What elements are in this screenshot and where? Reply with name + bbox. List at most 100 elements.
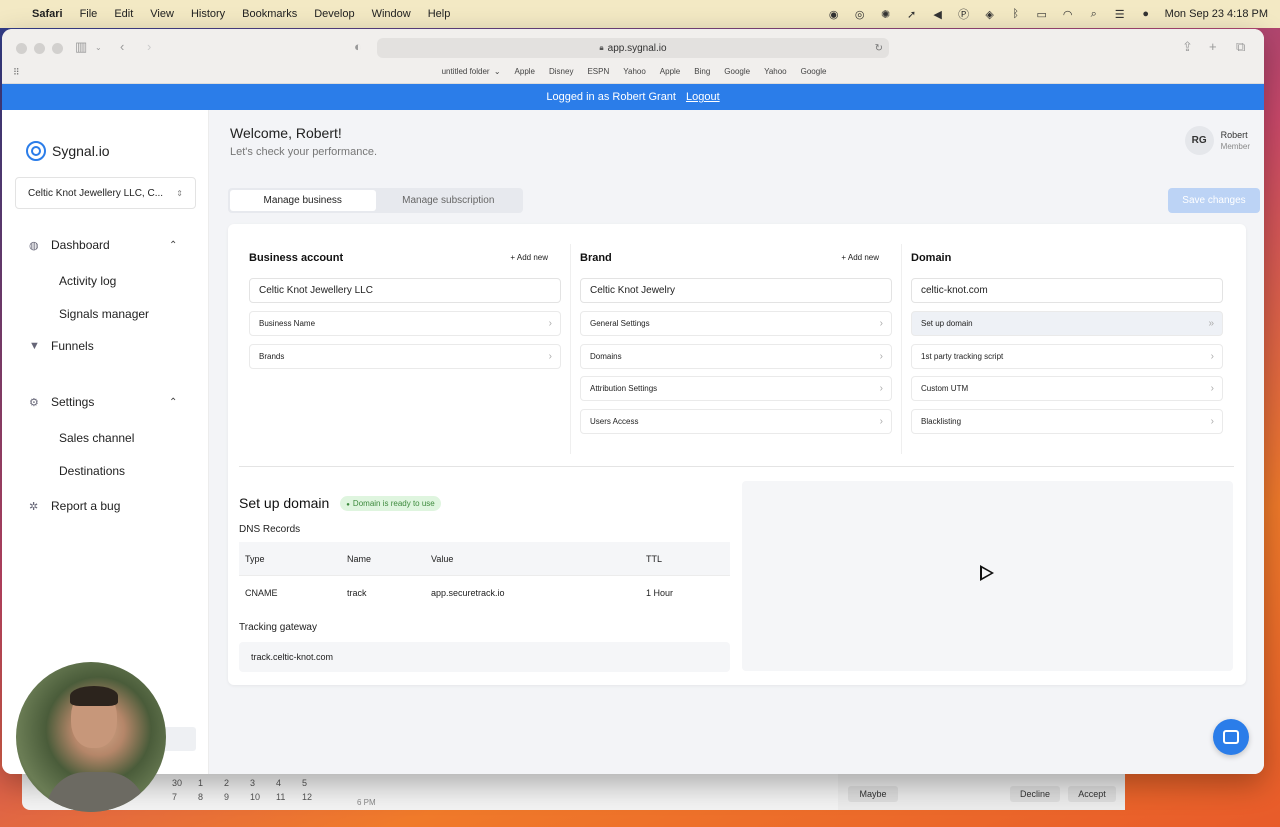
business-selector[interactable]: Celtic Knot Jewellery LLC, C... ⇕ [15, 177, 196, 209]
volume-icon[interactable]: ◀ [931, 8, 945, 21]
menu-file[interactable]: File [80, 8, 98, 20]
maybe-button[interactable]: Maybe [848, 786, 898, 802]
decline-button[interactable]: Decline [1010, 786, 1060, 802]
favorite-link[interactable]: ESPN [587, 67, 609, 76]
menu-item-users-access[interactable]: Users Access › [580, 409, 892, 434]
logout-link[interactable]: Logout [686, 91, 720, 103]
menu-item-brands[interactable]: Brands › [249, 344, 561, 369]
calendar-day: 11 [276, 792, 286, 802]
wifi-icon[interactable]: ◠ [1061, 8, 1075, 21]
tab-manage-business[interactable]: Manage business [230, 190, 376, 211]
close-window-button[interactable] [16, 43, 27, 54]
play-icon[interactable] [980, 565, 994, 581]
favorites-bar: untitled folder ⌄ Apple Disney ESPN Yaho… [2, 67, 1264, 76]
siri-icon[interactable]: ● [1139, 8, 1153, 20]
menubar-clock[interactable]: Mon Sep 23 4:18 PM [1165, 8, 1268, 20]
chat-support-button[interactable] [1213, 719, 1249, 755]
business-account-select[interactable]: Celtic Knot Jewellery LLC [249, 278, 561, 303]
gear-icon[interactable]: ✺ [879, 8, 893, 21]
share-icon[interactable]: ⇪ [1182, 39, 1193, 55]
zoom-window-button[interactable] [52, 43, 63, 54]
address-bar[interactable]: 🔒︎ app.sygnal.io ↻ [377, 38, 889, 58]
menu-item-set-up-domain[interactable]: Set up domain » [911, 311, 1223, 336]
user-menu[interactable]: RG Robert Member [1184, 126, 1250, 155]
menu-app[interactable]: Safari [32, 8, 63, 20]
menu-item-custom-utm[interactable]: Custom UTM › [911, 376, 1223, 401]
menu-window[interactable]: Window [372, 8, 411, 20]
sidebar-toggle-icon[interactable]: ▥ [75, 39, 87, 55]
menu-history[interactable]: History [191, 8, 225, 20]
minimize-window-button[interactable] [34, 43, 45, 54]
sidebar-item-funnels[interactable]: ▼ Funnels [29, 339, 94, 353]
menu-item-blacklisting[interactable]: Blacklisting › [911, 409, 1223, 434]
shield-icon[interactable]: ◐ [354, 39, 362, 54]
sidebar-item-destinations[interactable]: Destinations [59, 464, 125, 478]
control-center-icon[interactable]: ☰ [1113, 8, 1127, 21]
column-header: Name [347, 553, 372, 564]
favorite-link[interactable]: Google [801, 67, 827, 76]
menu-develop[interactable]: Develop [314, 8, 354, 20]
menu-item-business-name[interactable]: Business Name › [249, 311, 561, 336]
favorite-link[interactable]: Bing [694, 67, 710, 76]
reload-icon[interactable]: ↻ [875, 43, 883, 54]
sidebar-bottom-button[interactable] [162, 727, 196, 751]
calendar-day: 12 [302, 792, 313, 802]
menu-help[interactable]: Help [428, 8, 451, 20]
chevron-up-icon[interactable]: ⌃ [169, 397, 177, 408]
sidebar-item-dashboard[interactable]: ◍ Dashboard ⌃ [29, 238, 177, 252]
chevron-down-icon[interactable]: ⌄ [95, 43, 102, 52]
chevron-right-icon: › [1210, 351, 1214, 362]
domain-select[interactable]: celtic-knot.com [911, 278, 1223, 303]
back-icon[interactable]: ‹ [120, 39, 124, 54]
table-row: CNAME track app.securetrack.io 1 Hour [239, 575, 730, 609]
chevron-up-icon[interactable]: ⌃ [169, 240, 177, 251]
search-icon[interactable]: ⌕ [1087, 8, 1101, 20]
new-tab-icon[interactable]: + [1209, 39, 1217, 54]
layers-icon[interactable]: ◈ [983, 8, 997, 21]
favorite-link[interactable]: Yahoo [764, 67, 787, 76]
sidebar-item-report-bug[interactable]: ✲ Report a bug [29, 499, 120, 513]
table-cell: 1 Hour [646, 587, 674, 598]
domain-column: Domain celtic-knot.com Set up domain » 1… [890, 224, 1223, 454]
p-icon[interactable]: Ⓟ [957, 8, 971, 21]
menu-item-general-settings[interactable]: General Settings › [580, 311, 892, 336]
menu-bookmarks[interactable]: Bookmarks [242, 8, 297, 20]
brand-select[interactable]: Celtic Knot Jewelry [580, 278, 892, 303]
chevron-right-icon: › [879, 351, 883, 362]
bluetooth-icon[interactable]: ᛒ [1009, 8, 1023, 20]
zoom-icon[interactable]: ◉ [827, 8, 841, 21]
add-brand-button[interactable]: + Add new [841, 253, 879, 262]
favorite-link[interactable]: Apple [515, 67, 535, 76]
save-changes-button[interactable]: Save changes [1168, 188, 1260, 213]
forward-icon[interactable]: › [147, 39, 151, 54]
tab-overview-icon[interactable]: ⧉ [1236, 39, 1245, 55]
menu-edit[interactable]: Edit [114, 8, 133, 20]
brand-column: Brand + Add new Celtic Knot Jewelry Gene… [559, 224, 892, 454]
status-badge: Domain is ready to use [340, 495, 441, 511]
add-business-button[interactable]: + Add new [510, 253, 548, 262]
eye-icon[interactable]: ◎ [853, 8, 867, 21]
user-info: Robert Member [1221, 129, 1250, 153]
tutorial-video[interactable] [742, 481, 1233, 671]
sidebar-item-settings[interactable]: ⚙ Settings ⌃ [29, 395, 177, 409]
favorite-link[interactable]: Apple [660, 67, 680, 76]
accept-button[interactable]: Accept [1068, 786, 1116, 802]
favorite-link[interactable]: Yahoo [623, 67, 646, 76]
tab-manage-subscription[interactable]: Manage subscription [376, 190, 522, 211]
menu-item-label: Set up domain [921, 319, 973, 328]
favorite-link[interactable]: Google [724, 67, 750, 76]
menu-item-domains[interactable]: Domains › [580, 344, 892, 369]
menu-item-attribution-settings[interactable]: Attribution Settings › [580, 376, 892, 401]
favorite-folder[interactable]: untitled folder ⌄ [440, 67, 501, 76]
sidebar-item-activity-log[interactable]: Activity log [59, 274, 116, 288]
feather-icon[interactable]: ➚ [905, 8, 919, 21]
sidebar-item-sales-channel[interactable]: Sales channel [59, 431, 134, 445]
sidebar-item-signals-manager[interactable]: Signals manager [59, 307, 149, 321]
sygnal-logo[interactable]: Sygnal.io [26, 141, 110, 161]
battery-icon[interactable]: ▭ [1035, 8, 1049, 21]
menu-item-tracking-script[interactable]: 1st party tracking script › [911, 344, 1223, 369]
menu-view[interactable]: View [150, 8, 174, 20]
favorite-link[interactable]: Disney [549, 67, 573, 76]
business-selector-value: Celtic Knot Jewellery LLC, C... [28, 187, 164, 199]
chevron-right-icon: › [879, 318, 883, 329]
